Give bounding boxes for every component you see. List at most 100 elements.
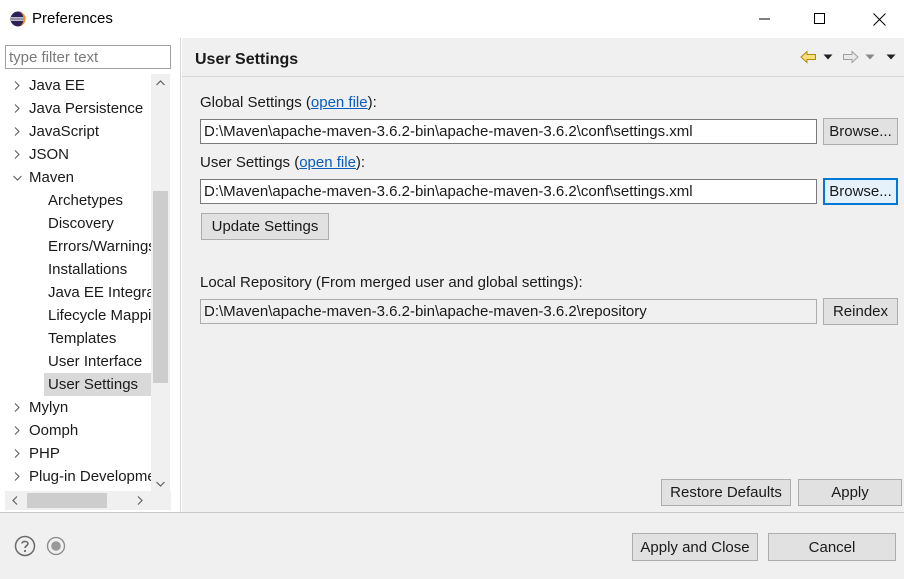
local-repository-label: Local Repository (From merged user and g… xyxy=(200,274,583,291)
update-settings-button[interactable]: Update Settings xyxy=(201,213,329,240)
window-title: Preferences xyxy=(32,10,113,27)
tree-item-label: Maven xyxy=(29,169,75,186)
tree-item-oomph[interactable]: Oomph xyxy=(0,419,151,442)
title-bar: Preferences xyxy=(0,0,904,38)
chevron-right-icon[interactable] xyxy=(11,120,23,143)
chevron-right-icon[interactable] xyxy=(11,442,23,465)
tree-item-archetypes[interactable]: Archetypes xyxy=(0,189,151,212)
tree-item-label: Mylyn xyxy=(29,399,69,416)
chevron-right-icon[interactable] xyxy=(11,465,23,488)
preferences-tree: Java EE Java Persistence JavaScript JSON… xyxy=(0,74,151,494)
tree-item-user-settings[interactable]: User Settings xyxy=(44,373,151,396)
tree-item-label: Errors/Warnings xyxy=(48,238,151,255)
global-settings-label-suffix: ): xyxy=(367,94,377,111)
filter-input[interactable] xyxy=(5,45,171,69)
tree-item-label: User Settings xyxy=(48,376,139,393)
tree-item-mylyn[interactable]: Mylyn xyxy=(0,396,151,419)
eclipse-icon xyxy=(10,11,26,27)
close-icon xyxy=(872,12,886,26)
user-settings-label: User Settings (open file): xyxy=(200,154,365,171)
global-settings-label: Global Settings (open file): xyxy=(200,94,377,111)
tree-item-javascript[interactable]: JavaScript xyxy=(0,120,151,143)
user-settings-label-suffix: ): xyxy=(355,154,366,171)
tree-item-java-ee-integration[interactable]: Java EE Integration xyxy=(0,281,151,304)
chevron-right-icon[interactable] xyxy=(11,419,23,442)
page-header: User Settings xyxy=(182,38,904,76)
scroll-right-icon[interactable] xyxy=(130,491,149,510)
minimize-button[interactable] xyxy=(742,0,788,38)
user-settings-open-file-link[interactable]: open file xyxy=(299,154,356,171)
tree-item-errors-warnings[interactable]: Errors/Warnings xyxy=(0,235,151,258)
forward-menu-button[interactable] xyxy=(865,48,875,66)
restore-defaults-button[interactable]: Restore Defaults xyxy=(661,479,791,506)
cancel-button[interactable]: Cancel xyxy=(768,533,896,561)
local-repository-path-input[interactable] xyxy=(200,299,817,324)
tree-item-java-ee[interactable]: Java EE xyxy=(0,74,151,97)
tree-item-plug-in-development[interactable]: Plug-in Development xyxy=(0,465,151,488)
tree-item-label: Discovery xyxy=(48,215,114,232)
global-settings-label-text: Global Settings ( xyxy=(200,94,311,111)
maximize-icon xyxy=(814,13,825,24)
tree-item-label: Archetypes xyxy=(48,192,124,209)
tree-item-php[interactable]: PHP xyxy=(0,442,151,465)
global-settings-browse-button[interactable]: Browse... xyxy=(823,118,898,145)
global-settings-path-input[interactable] xyxy=(200,119,817,144)
scroll-left-icon[interactable] xyxy=(5,491,24,510)
tree-item-user-interface[interactable]: User Interface xyxy=(0,350,151,373)
dropdown-triangle-icon xyxy=(823,54,833,60)
chevron-right-icon[interactable] xyxy=(11,74,23,97)
forward-button[interactable] xyxy=(842,48,859,66)
tree-item-label: Java Persistence xyxy=(29,100,144,117)
tree-horizontal-scrollbar[interactable] xyxy=(5,491,171,510)
reindex-button[interactable]: Reindex xyxy=(823,298,898,325)
page-title: User Settings xyxy=(195,51,299,68)
maximize-button[interactable] xyxy=(797,0,843,38)
tree-item-java-persistence[interactable]: Java Persistence xyxy=(0,97,151,120)
tree-item-templates[interactable]: Templates xyxy=(0,327,151,350)
record-macro-icon[interactable] xyxy=(46,536,66,556)
chevron-right-icon[interactable] xyxy=(11,143,23,166)
back-button[interactable] xyxy=(800,48,817,66)
chevron-right-icon[interactable] xyxy=(11,396,23,419)
tree-item-label: Templates xyxy=(48,330,117,347)
global-settings-open-file-link[interactable]: open file xyxy=(311,94,368,111)
tree-item-label: Lifecycle Mappings xyxy=(48,307,151,324)
tree-item-label: Plug-in Development xyxy=(29,468,151,485)
help-icon[interactable] xyxy=(14,535,36,557)
tree-item-label: Java EE xyxy=(29,77,85,94)
tree-item-lifecycle-mappings[interactable]: Lifecycle Mappings xyxy=(0,304,151,327)
dialog-footer: Apply and Close Cancel xyxy=(0,513,904,579)
tree-item-label: PHP xyxy=(29,445,60,462)
chevron-down-icon[interactable] xyxy=(11,166,23,189)
tree-item-json[interactable]: JSON xyxy=(0,143,151,166)
scroll-up-icon[interactable] xyxy=(151,74,170,91)
tree-vertical-scrollbar[interactable] xyxy=(151,74,170,494)
user-settings-path-input[interactable] xyxy=(200,179,817,204)
tree-item-maven[interactable]: Maven xyxy=(0,166,151,189)
user-settings-browse-button[interactable]: Browse... xyxy=(823,178,898,205)
scroll-down-icon[interactable] xyxy=(151,475,170,492)
tree-item-discovery[interactable]: Discovery xyxy=(0,212,151,235)
minimize-icon xyxy=(759,18,770,20)
tree-item-label: JavaScript xyxy=(29,123,100,140)
close-button[interactable] xyxy=(856,0,902,38)
left-panel: Java EE Java Persistence JavaScript JSON… xyxy=(0,38,181,512)
tree-item-label: Java EE Integration xyxy=(48,284,151,301)
apply-and-close-button[interactable]: Apply and Close xyxy=(632,533,758,561)
forward-arrow-icon xyxy=(843,50,859,64)
tree-item-label: Installations xyxy=(48,261,128,278)
user-settings-page: Global Settings (open file): Browse... U… xyxy=(182,76,904,512)
view-menu-button[interactable] xyxy=(886,48,896,66)
back-menu-button[interactable] xyxy=(823,48,833,66)
dropdown-triangle-icon xyxy=(865,54,875,60)
tree-item-installations[interactable]: Installations xyxy=(0,258,151,281)
menu-triangle-icon xyxy=(886,54,896,60)
scrollbar-thumb[interactable] xyxy=(153,191,168,383)
user-settings-label-text: User Settings ( xyxy=(200,154,300,171)
chevron-right-icon[interactable] xyxy=(11,97,23,120)
scrollbar-thumb[interactable] xyxy=(27,493,107,508)
apply-button[interactable]: Apply xyxy=(798,479,902,506)
tree-item-label: Oomph xyxy=(29,422,79,439)
tree-item-label: User Interface xyxy=(48,353,143,370)
back-arrow-icon xyxy=(800,50,816,64)
